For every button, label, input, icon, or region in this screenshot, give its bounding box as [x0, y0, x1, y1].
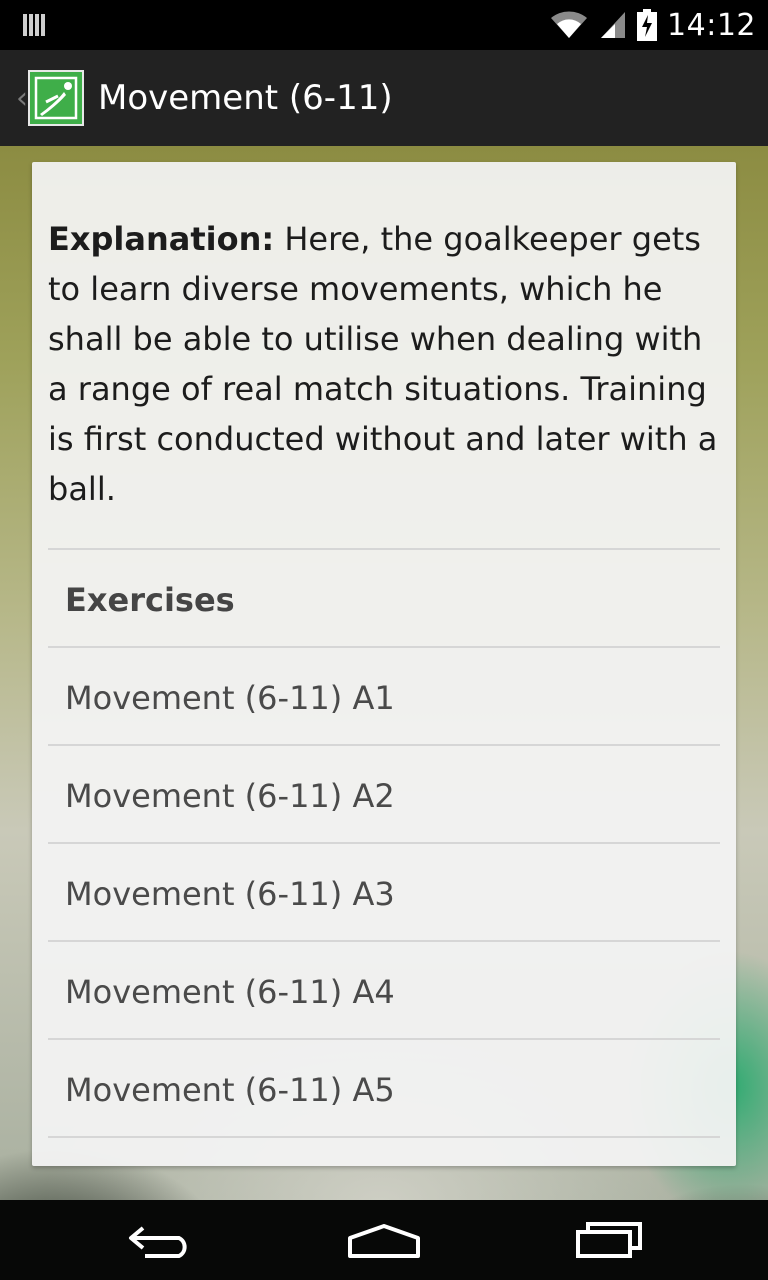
- divider: [48, 548, 720, 550]
- wifi-icon: [551, 11, 588, 39]
- divider: [48, 1038, 720, 1040]
- divider: [48, 842, 720, 844]
- navigation-bar: [0, 1200, 768, 1280]
- status-icons: 14:12: [549, 0, 756, 50]
- divider: [48, 744, 720, 746]
- signal-icon: [601, 12, 626, 38]
- home-icon: [348, 1224, 420, 1258]
- explanation-body: Here, the goalkeeper gets to learn diver…: [48, 220, 718, 508]
- app-logo[interactable]: [28, 70, 84, 126]
- exercises-header: Exercises: [65, 581, 235, 619]
- content-card: Explanation: Here, the goalkeeper gets t…: [32, 162, 736, 1166]
- exercise-item-a2[interactable]: Movement (6-11) A2: [48, 748, 720, 844]
- notification-icon: [23, 14, 45, 36]
- goalkeeper-logo-icon: [34, 76, 78, 120]
- exercise-item-a1[interactable]: Movement (6-11) A1: [48, 650, 720, 746]
- screen: 14:12 ‹ Movement (6-11) Explanation: Her…: [0, 0, 768, 1280]
- exercise-item-a3[interactable]: Movement (6-11) A3: [48, 846, 720, 942]
- recents-icon: [576, 1222, 642, 1258]
- recents-button[interactable]: [550, 1210, 670, 1270]
- home-button[interactable]: [324, 1210, 444, 1270]
- explanation-text: Explanation: Here, the goalkeeper gets t…: [48, 214, 724, 514]
- battery-charging-icon: [637, 9, 658, 41]
- action-bar: ‹ Movement (6-11): [0, 50, 768, 146]
- divider: [48, 940, 720, 942]
- exercise-item-a4[interactable]: Movement (6-11) A4: [48, 944, 720, 1040]
- exercise-item-a5[interactable]: Movement (6-11) A5: [48, 1042, 720, 1138]
- explanation-label: Explanation:: [48, 220, 275, 258]
- chevron-left-icon: ‹: [16, 80, 28, 116]
- divider: [48, 1136, 720, 1138]
- divider: [48, 646, 720, 648]
- page-title: Movement (6-11): [98, 78, 393, 118]
- back-icon: [129, 1226, 187, 1258]
- status-bar: 14:12: [0, 0, 768, 50]
- up-button[interactable]: ‹: [0, 50, 28, 146]
- clock: 14:12: [667, 7, 756, 43]
- back-button[interactable]: [100, 1210, 220, 1270]
